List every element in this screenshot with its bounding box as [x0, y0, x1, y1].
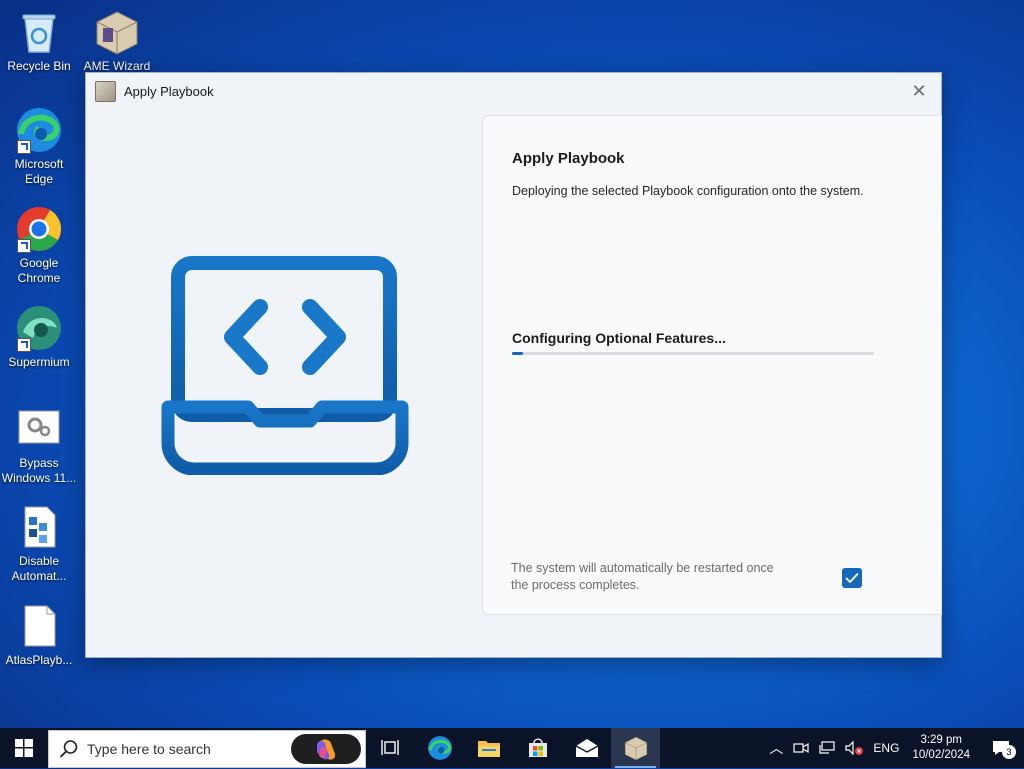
network-icon	[819, 741, 836, 754]
desktop-icon-chrome[interactable]: Google Chrome	[0, 205, 79, 286]
shortcut-arrow-icon	[17, 239, 31, 253]
clock-time: 3:29 pm	[920, 734, 962, 746]
taskbar-file-explorer-button[interactable]	[464, 728, 513, 768]
desktop-icon-atlasplaybook[interactable]: AtlasPlayb...	[0, 602, 79, 668]
action-center-button[interactable]: 3	[978, 728, 1024, 768]
copilot-icon	[317, 738, 336, 760]
apply-playbook-window: Apply Playbook ✕ Apply Playbook Deployin…	[85, 72, 942, 658]
mail-icon	[575, 739, 598, 757]
task-view-icon	[380, 740, 399, 755]
chevron-up-icon: ︿	[769, 740, 784, 756]
window-title: Apply Playbook	[124, 83, 214, 99]
desktop-icon-ame-wizard[interactable]: AME Wizard	[77, 8, 157, 74]
search-icon	[60, 739, 78, 757]
store-icon	[528, 738, 547, 757]
tray-language-button[interactable]: ENG	[868, 728, 904, 768]
tray-volume-button[interactable]	[840, 728, 868, 768]
desktop-icon-label: AME Wizard	[83, 59, 151, 73]
taskbar-ame-wizard-button[interactable]	[611, 728, 660, 768]
close-button[interactable]: ✕	[907, 79, 931, 103]
close-icon: ✕	[911, 81, 927, 101]
volume-muted-icon	[845, 741, 864, 755]
progress-bar	[512, 352, 874, 355]
checkmark-icon	[845, 573, 859, 583]
shortcut-arrow-icon	[17, 140, 31, 154]
notification-count-badge: 3	[1002, 745, 1016, 759]
desktop-icon-recycle-bin[interactable]: Recycle Bin	[0, 8, 79, 74]
system-tray: ︿ ENG 3:29 pm 10/02/2024 3	[764, 728, 1024, 768]
desktop-icon-label: Microsoft Edge	[14, 157, 64, 186]
copilot-button[interactable]	[291, 733, 361, 764]
script-file-icon	[15, 503, 63, 551]
clock-date: 10/02/2024	[912, 749, 970, 761]
chrome-icon	[15, 205, 63, 253]
ame-wizard-icon	[624, 736, 647, 761]
desktop-icon-label: Disable Automat...	[11, 554, 67, 583]
desktop-icon-disable-automat[interactable]: Disable Automat...	[0, 503, 79, 584]
desktop-icon-label: AtlasPlayb...	[5, 653, 73, 667]
taskbar: Type here to search ︿ ENG 3:29 pm 10/02/…	[0, 728, 1024, 768]
blank-file-icon	[15, 602, 63, 650]
desktop-icon-label: Supermium	[8, 355, 70, 369]
recycle-bin-icon	[15, 8, 63, 56]
desktop-icon-supermium[interactable]: Supermium	[0, 304, 79, 370]
taskbar-store-button[interactable]	[513, 728, 562, 768]
content-panel: Apply Playbook Deploying the selected Pl…	[482, 115, 942, 615]
app-icon	[95, 80, 116, 102]
desktop-icon-label: Bypass Windows 11...	[1, 456, 77, 485]
desktop-icon-edge[interactable]: Microsoft Edge	[0, 106, 79, 187]
desktop-icon-label: Google Chrome	[17, 256, 61, 285]
windows-logo-icon	[15, 739, 33, 757]
ame-wizard-icon	[93, 8, 141, 56]
laptop-code-illustration	[160, 255, 410, 480]
taskbar-mail-button[interactable]	[562, 728, 611, 768]
progress-fill	[512, 352, 523, 355]
start-button[interactable]	[0, 728, 48, 768]
shortcut-arrow-icon	[17, 338, 31, 352]
status-text: Configuring Optional Features...	[512, 330, 726, 346]
tray-meet-now-button[interactable]	[788, 728, 814, 768]
search-placeholder: Type here to search	[87, 740, 211, 757]
panel-heading: Apply Playbook	[512, 150, 625, 167]
edge-icon	[427, 736, 452, 760]
tray-clock[interactable]: 3:29 pm 10/02/2024	[904, 728, 978, 768]
task-view-button[interactable]	[366, 728, 415, 768]
language-indicator: ENG	[873, 741, 900, 755]
panel-description: Deploying the selected Playbook configur…	[512, 184, 864, 198]
supermium-icon	[15, 304, 63, 352]
auto-restart-checkbox[interactable]	[842, 568, 862, 588]
taskbar-search-box[interactable]: Type here to search	[48, 729, 366, 768]
tray-network-button[interactable]	[814, 728, 840, 768]
settings-file-icon	[15, 405, 63, 453]
desktop-icon-bypass-windows[interactable]: Bypass Windows 11...	[0, 405, 79, 486]
title-bar[interactable]: Apply Playbook	[86, 73, 941, 109]
restart-note: The system will automatically be restart…	[511, 561, 774, 592]
edge-icon	[15, 106, 63, 154]
desktop-icon-label: Recycle Bin	[7, 59, 71, 73]
taskbar-edge-button[interactable]	[415, 728, 464, 768]
camera-icon	[793, 742, 810, 754]
tray-overflow-button[interactable]: ︿	[764, 728, 788, 768]
file-explorer-icon	[477, 741, 500, 757]
